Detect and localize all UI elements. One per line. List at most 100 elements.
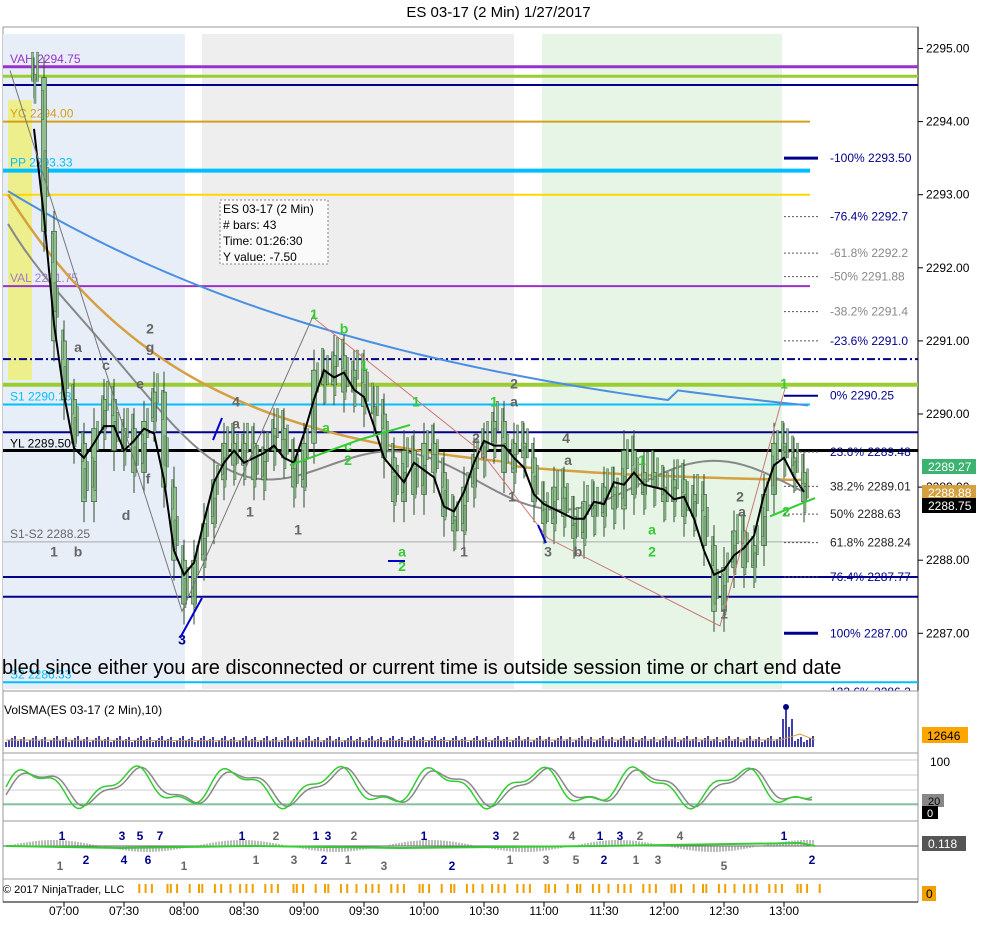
signal-tick <box>673 884 676 893</box>
signal-tick <box>818 884 821 893</box>
signal-tick <box>396 884 399 893</box>
fib-label: -100% 2293.50 <box>830 151 912 165</box>
signal-tick <box>491 884 494 893</box>
wave-label: 2 <box>351 829 358 843</box>
signal-tick <box>292 884 295 893</box>
candle-body <box>761 507 764 537</box>
candle-body <box>526 428 529 459</box>
fib-label: 50% 2288.63 <box>830 507 901 521</box>
candle-body <box>236 433 239 464</box>
signal-tick <box>355 884 358 893</box>
fib-label: 38.2% 2289.01 <box>830 479 911 493</box>
candle-body <box>706 507 709 537</box>
wave-label: 1 <box>181 859 188 873</box>
candle-body <box>803 483 807 513</box>
candle-body <box>713 574 717 605</box>
signal-tick <box>724 884 727 893</box>
candle-body <box>763 516 767 546</box>
session-shade-midday <box>542 34 782 689</box>
wave-label: 1 <box>633 853 640 867</box>
candle-body <box>576 507 579 537</box>
candle-body <box>711 536 714 566</box>
oscillator-axis-label: 0 <box>927 808 933 820</box>
copyright-label: © 2017 NinjaTrader, LLC <box>3 884 124 896</box>
candle-body <box>493 428 497 459</box>
candle-body <box>613 494 617 524</box>
candle-body <box>281 410 284 440</box>
price-tag-label: 2289.27 <box>928 460 972 474</box>
candle-body <box>536 464 539 495</box>
candle-body <box>151 388 154 418</box>
wave-label: 1 <box>345 853 352 867</box>
signal-tick <box>138 884 141 893</box>
candle-body <box>463 505 467 535</box>
candle-body <box>401 463 404 493</box>
candle-body <box>491 411 494 442</box>
signal-tick <box>339 884 342 893</box>
fib-label: 0% 2290.25 <box>830 389 894 403</box>
time-axis-label: 11:00 <box>529 904 558 918</box>
swing-label: c <box>102 357 110 373</box>
swing-label: 3 <box>544 544 552 560</box>
candle-body <box>306 428 309 459</box>
signal-tick <box>654 884 657 893</box>
price-axis-label: 2295.00 <box>926 42 970 56</box>
candle-body <box>253 457 257 488</box>
wave-label: 1 <box>313 829 320 843</box>
swing-label: b <box>574 544 583 560</box>
candle-body <box>666 472 669 502</box>
candle-body <box>346 357 349 387</box>
candle-body <box>691 485 694 515</box>
swing-label: a <box>564 452 572 468</box>
signal-tick <box>201 884 204 893</box>
price-axis-label: 2290.00 <box>926 407 970 421</box>
signal-tick <box>428 884 431 893</box>
candle-body <box>33 73 37 104</box>
signal-tick <box>544 884 547 893</box>
volume-spike-marker <box>783 704 789 710</box>
signal-tick <box>528 884 531 893</box>
swing-label: d <box>122 507 131 523</box>
swing-label: b <box>340 321 349 337</box>
swing-label: 4 <box>562 430 570 446</box>
candle-body <box>76 406 79 437</box>
wave-label: 2 <box>273 829 280 843</box>
signal-tick <box>780 884 783 893</box>
signal-tick <box>749 884 752 893</box>
candle-body <box>721 574 724 605</box>
wave-label: 1 <box>239 829 246 843</box>
candle-body <box>51 232 54 263</box>
candle-body <box>213 497 217 528</box>
candle-body <box>541 481 544 512</box>
swing-label: 1 <box>360 357 368 373</box>
candle-body <box>531 443 534 473</box>
time-axis-label: 09:30 <box>349 904 379 918</box>
volume-title: VolSMA(ES 03-17 (2 Min),10) <box>4 703 162 717</box>
price-axis-label: 2294.00 <box>926 115 970 129</box>
wave-label: 6 <box>145 853 152 867</box>
wave-label: 3 <box>493 829 500 843</box>
signal-tick <box>579 884 582 893</box>
signal-tick <box>371 884 374 893</box>
candle-body <box>751 536 754 566</box>
candle-body <box>333 366 337 396</box>
signal-tick <box>418 884 421 893</box>
candle-body <box>593 505 597 535</box>
swing-label: a <box>232 416 240 432</box>
candle-body <box>753 552 757 583</box>
chart-canvas[interactable]: 2295.00 2294.00 2293.00 2292.00 2291.00 2290.… <box>0 0 997 952</box>
signal-tick <box>717 884 720 893</box>
signal-tick <box>421 884 424 893</box>
time-axis-label: 08:00 <box>169 904 199 918</box>
oscillator-panel-frame <box>2 752 919 822</box>
swing-label: c <box>344 438 352 454</box>
signal-tick <box>607 884 610 893</box>
candle-body <box>446 479 449 510</box>
swing-label: f <box>146 470 151 486</box>
candle-body <box>243 450 247 480</box>
swing-label: 2 <box>736 489 744 505</box>
fib-label: -76.4% 2292.7 <box>830 210 908 224</box>
candle-body <box>221 444 224 475</box>
candle-body <box>141 433 144 464</box>
wave-label: 1 <box>781 829 788 843</box>
